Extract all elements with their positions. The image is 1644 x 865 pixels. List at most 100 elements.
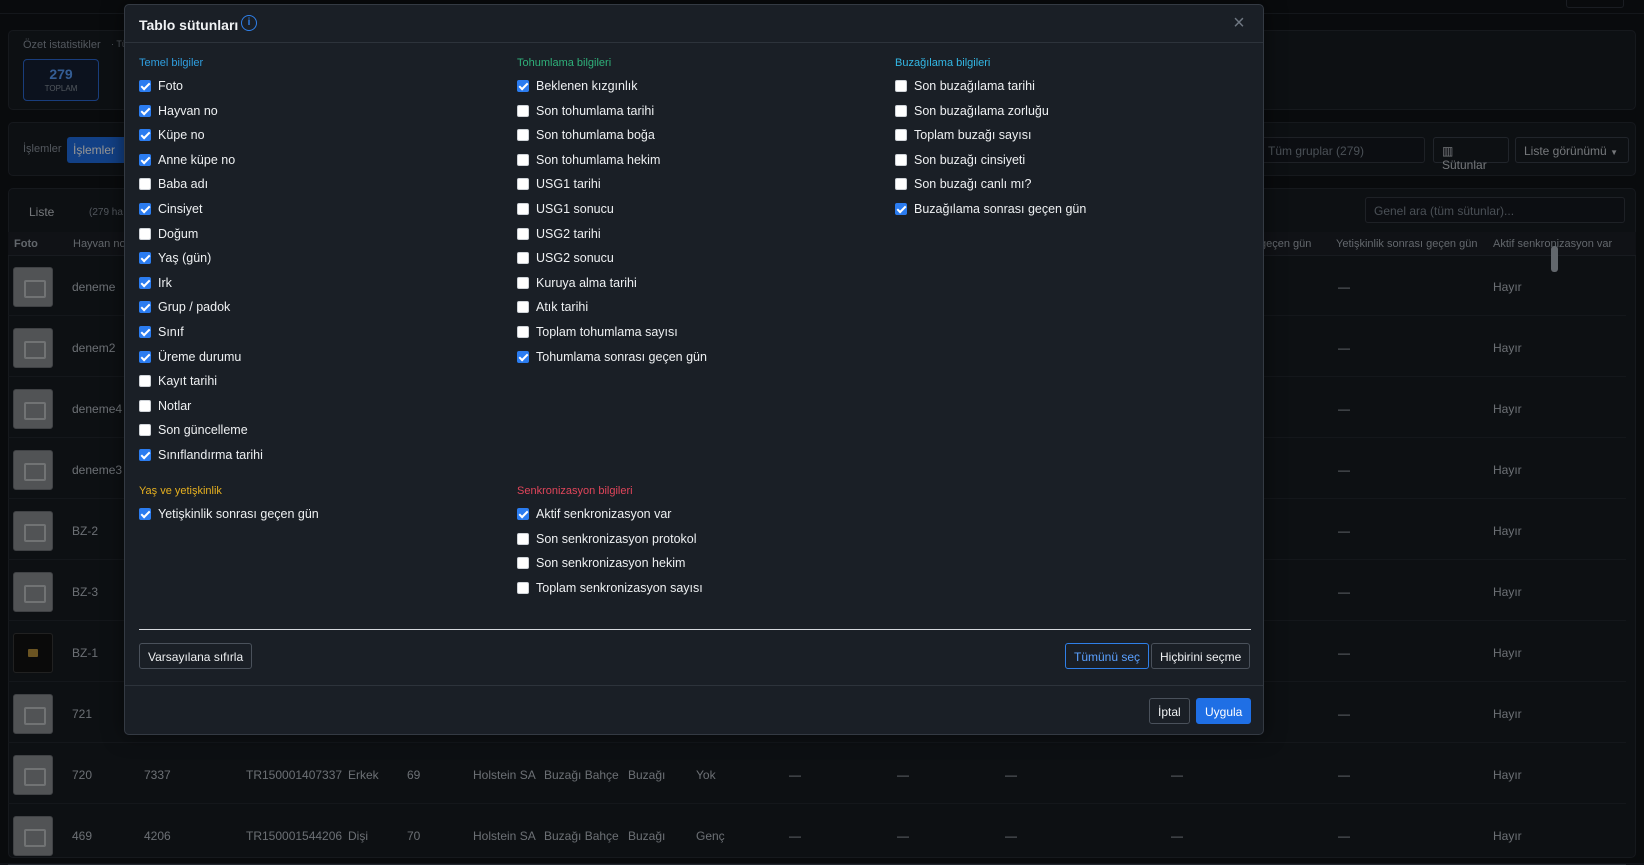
column-option-tohumlama-5[interactable]: USG1 sonucu (517, 200, 614, 218)
column-option-label: Foto (158, 79, 184, 93)
column-option-buzagilama-2[interactable]: Toplam buzağı sayısı (895, 126, 1031, 144)
checkbox[interactable] (517, 178, 529, 191)
column-option-senkron-2[interactable]: Son senkronizasyon hekim (517, 554, 685, 572)
column-option-label: Son tohumlama tarihi (536, 103, 655, 118)
column-option-label: Irk (158, 275, 172, 290)
checkbox[interactable] (517, 557, 529, 570)
column-option-temel-10[interactable]: Sınıf (139, 323, 184, 341)
column-option-temel-11[interactable]: Üreme durumu (139, 348, 241, 366)
column-option-tohumlama-4[interactable]: USG1 tarihi (517, 175, 601, 193)
checkbox[interactable] (895, 129, 907, 142)
checkbox[interactable] (139, 129, 151, 142)
checkbox[interactable] (139, 301, 151, 314)
column-option-tohumlama-0[interactable]: Beklenen kızgınlık (517, 77, 637, 95)
checkbox[interactable] (139, 153, 151, 166)
column-option-tohumlama-8[interactable]: Kuruya alma tarihi (517, 274, 637, 292)
column-option-label: Grup / padok (158, 300, 231, 315)
checkbox[interactable] (139, 80, 151, 92)
checkbox[interactable] (139, 326, 151, 338)
checkbox[interactable] (517, 252, 529, 265)
column-option-temel-14[interactable]: Son güncelleme (139, 421, 248, 439)
checkbox[interactable] (517, 581, 529, 594)
checkbox[interactable] (517, 508, 529, 520)
column-option-buzagilama-5[interactable]: Buzağılama sonrası geçen gün (895, 200, 1086, 218)
column-option-senkron-1[interactable]: Son senkronizasyon protokol (517, 530, 697, 548)
checkbox[interactable] (517, 326, 529, 338)
column-option-temel-5[interactable]: Cinsiyet (139, 200, 202, 218)
checkbox[interactable] (139, 203, 151, 215)
checkbox[interactable] (139, 104, 151, 117)
column-option-label: Üreme durumu (158, 349, 242, 364)
column-option-tohumlama-10[interactable]: Toplam tohumlama sayısı (517, 323, 678, 341)
checkbox[interactable] (517, 227, 529, 240)
column-option-label: Buzağılama sonrası geçen gün (914, 202, 1087, 216)
column-option-senkron-3[interactable]: Toplam senkronizasyon sayısı (517, 579, 703, 597)
column-option-buzagilama-3[interactable]: Son buzağı cinsiyeti (895, 151, 1025, 169)
checkbox[interactable] (139, 276, 151, 289)
checkbox[interactable] (139, 375, 151, 388)
checkbox[interactable] (517, 153, 529, 166)
column-option-temel-0[interactable]: Foto (139, 77, 183, 95)
checkbox[interactable] (895, 104, 907, 117)
column-option-senkron-0[interactable]: Aktif senkronizasyon var (517, 505, 671, 523)
checkbox[interactable] (895, 178, 907, 191)
checkbox[interactable] (517, 203, 529, 215)
checkbox[interactable] (139, 424, 151, 437)
column-option-tohumlama-2[interactable]: Son tohumlama boğa (517, 126, 655, 144)
apply-button[interactable]: Uygula (1196, 698, 1252, 724)
checkbox[interactable] (895, 203, 907, 215)
column-option-label: Son buzağılama tarihi (914, 79, 1035, 93)
table-columns-modal: Tablo sütunları i × Temel bilgiler Foto Ha… (124, 4, 1264, 735)
column-option-temel-13[interactable]: Notlar (139, 397, 191, 415)
checkbox[interactable] (139, 350, 151, 363)
checkbox[interactable] (139, 449, 151, 461)
group-title-tohumlama: Tohumlama bilgileri (517, 57, 612, 69)
checkbox[interactable] (139, 399, 151, 412)
column-option-buzagilama-4[interactable]: Son buzağı canlı mı? (895, 175, 1031, 193)
checkbox[interactable] (517, 129, 529, 142)
cancel-button[interactable]: İptal (1149, 698, 1190, 724)
column-option-temel-8[interactable]: Irk (139, 274, 172, 292)
column-option-label: Yaş (gün) (158, 251, 212, 266)
column-option-temel-6[interactable]: Doğum (139, 225, 198, 243)
column-option-temel-7[interactable]: Yaş (gün) (139, 249, 211, 267)
modal-title: Tablo sütunları (139, 17, 239, 33)
checkbox[interactable] (517, 104, 529, 117)
checkbox[interactable] (139, 178, 151, 191)
checkbox[interactable] (517, 276, 529, 289)
close-icon[interactable]: × (1229, 13, 1249, 33)
column-option-temel-9[interactable]: Grup / padok (139, 298, 230, 316)
column-option-temel-4[interactable]: Baba adı (139, 175, 208, 193)
column-option-tohumlama-1[interactable]: Son tohumlama tarihi (517, 102, 654, 120)
checkbox[interactable] (139, 252, 151, 265)
column-option-temel-2[interactable]: Küpe no (139, 126, 205, 144)
checkbox[interactable] (139, 508, 151, 520)
column-option-yas-0[interactable]: Yetişkinlik sonrası geçen gün (139, 505, 319, 523)
column-option-label: Son buzağı cinsiyeti (914, 152, 1026, 167)
checkbox[interactable] (517, 301, 529, 314)
reset-defaults-button[interactable]: Varsayılana sıfırla (139, 643, 253, 669)
checkbox[interactable] (517, 350, 529, 363)
checkbox[interactable] (517, 80, 529, 92)
column-option-label: Toplam senkronizasyon sayısı (536, 580, 703, 595)
checkbox[interactable] (895, 153, 907, 166)
checkbox[interactable] (517, 532, 529, 545)
column-option-tohumlama-9[interactable]: Atık tarihi (517, 298, 588, 316)
column-option-buzagilama-0[interactable]: Son buzağılama tarihi (895, 77, 1035, 95)
info-icon[interactable]: i (241, 15, 257, 31)
checkbox[interactable] (895, 80, 907, 92)
column-option-label: Son senkronizasyon hekim (536, 556, 686, 571)
select-all-button[interactable]: Tümünü seç (1065, 643, 1150, 669)
column-option-buzagilama-1[interactable]: Son buzağılama zorluğu (895, 102, 1049, 120)
column-option-temel-12[interactable]: Kayıt tarihi (139, 372, 217, 390)
column-option-temel-3[interactable]: Anne küpe no (139, 151, 235, 169)
column-option-tohumlama-11[interactable]: Tohumlama sonrası geçen gün (517, 348, 707, 366)
column-option-temel-1[interactable]: Hayvan no (139, 102, 218, 120)
column-option-tohumlama-3[interactable]: Son tohumlama hekim (517, 151, 660, 169)
column-option-temel-15[interactable]: Sınıflandırma tarihi (139, 446, 263, 464)
column-option-tohumlama-7[interactable]: USG2 sonucu (517, 249, 614, 267)
checkbox[interactable] (139, 227, 151, 240)
select-none-button[interactable]: Hiçbirini seçme (1151, 643, 1251, 669)
column-option-tohumlama-6[interactable]: USG2 tarihi (517, 225, 601, 243)
column-option-label: Yetişkinlik sonrası geçen gün (158, 507, 319, 521)
